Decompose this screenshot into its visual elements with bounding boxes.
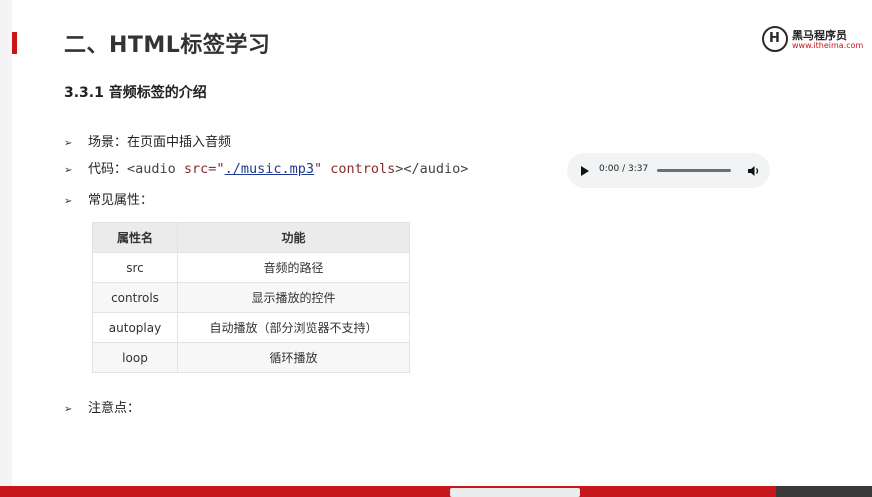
bullet-notes: ➢ 注意点：: [64, 401, 141, 416]
volume-icon[interactable]: [747, 164, 761, 178]
section-heading: 3.3.1 音频标签的介绍: [64, 85, 207, 101]
table-header-row: 属性名 功能: [92, 222, 410, 253]
table-cell: 显示播放的控件: [177, 282, 410, 313]
audio-time: 0:00 / 3:37: [599, 164, 649, 174]
slide-title: 二、HTML标签学习: [64, 33, 271, 58]
table-cell: loop: [92, 342, 178, 373]
audio-player[interactable]: 0:00 / 3:37: [567, 153, 770, 188]
table-row: loop 循环播放: [92, 342, 410, 373]
floating-toolbar[interactable]: [450, 488, 580, 497]
table-cell: 自动播放（部分浏览器不支持）: [177, 312, 410, 343]
code-snippet: <audio src="./music.mp3" controls></audi…: [127, 161, 469, 177]
bullet-code: ➢ 代码：<audio src="./music.mp3" controls></…: [64, 161, 469, 177]
bullet-arrow-icon: ➢: [64, 165, 73, 176]
table-cell: autoplay: [92, 312, 178, 343]
attributes-table: 属性名 功能 src 音频的路径 controls 显示播放的控件 autopl…: [92, 222, 410, 373]
left-edge-strip: [0, 0, 12, 497]
brand-logo: H 黑马程序员 www.itheima.com: [762, 24, 864, 54]
footer-accent-bar: [0, 486, 872, 497]
table-header-cell: 功能: [177, 222, 410, 253]
logo-mark-icon: H: [762, 26, 788, 52]
table-row: src 音频的路径: [92, 252, 410, 283]
bullet-arrow-icon: ➢: [64, 404, 73, 415]
bullet-attributes: ➢ 常见属性：: [64, 193, 154, 208]
table-cell: 音频的路径: [177, 252, 410, 283]
bullet-arrow-icon: ➢: [64, 196, 73, 207]
logo-url: www.itheima.com: [792, 41, 864, 50]
table-cell: src: [92, 252, 178, 283]
code-src-value: ./music.mp3: [224, 161, 314, 177]
table-row: autoplay 自动播放（部分浏览器不支持）: [92, 312, 410, 343]
table-header-cell: 属性名: [92, 222, 178, 253]
footer-dark-bar: [776, 486, 872, 497]
title-accent-bar: [12, 32, 17, 54]
bullet-scene: ➢ 场景：在页面中插入音频: [64, 135, 232, 150]
play-icon[interactable]: [581, 166, 589, 176]
table-cell: 循环播放: [177, 342, 410, 373]
table-row: controls 显示播放的控件: [92, 282, 410, 313]
table-cell: controls: [92, 282, 178, 313]
bullet-arrow-icon: ➢: [64, 138, 73, 149]
audio-progress-track[interactable]: [657, 169, 731, 172]
